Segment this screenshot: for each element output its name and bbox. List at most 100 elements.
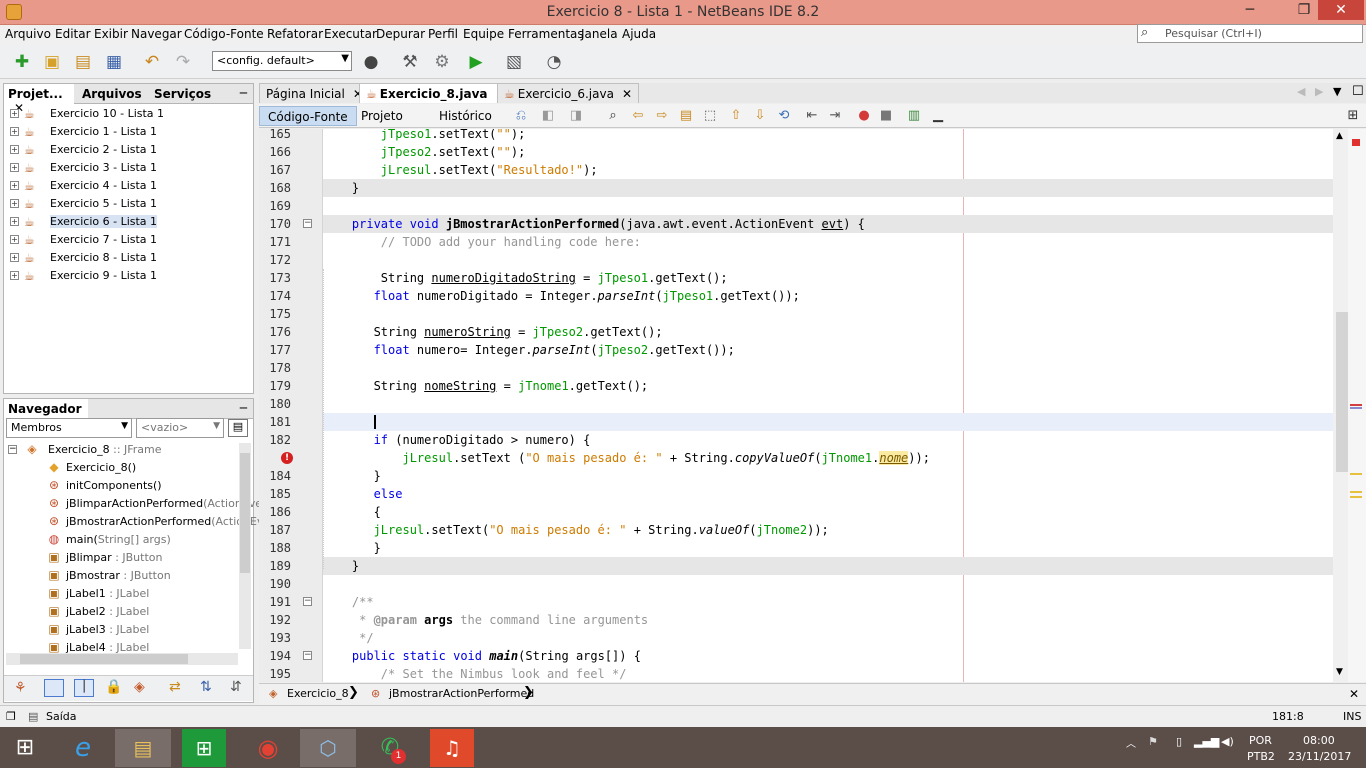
expand-icon[interactable]: + (10, 109, 19, 118)
undo-icon[interactable]: ↶ (140, 50, 164, 74)
menu-equipe[interactable]: Equipe (463, 27, 504, 41)
find-previous-icon[interactable]: ⇦ (629, 107, 647, 125)
new-project-icon[interactable]: ▣ (40, 50, 64, 74)
menu-arquivo[interactable]: Arquivo (5, 27, 51, 41)
menu-perfil[interactable]: Perfil (428, 27, 458, 41)
filter-settings-icon[interactable]: ▤ (228, 419, 248, 437)
scroll-thumb[interactable] (20, 654, 188, 664)
search-input[interactable]: ⌕ Pesquisar (Ctrl+I) (1137, 24, 1363, 43)
editor-scroll-thumb[interactable] (1336, 312, 1348, 472)
windows-start-icon[interactable]: ⊞ (0, 729, 50, 767)
menu-ferramentas[interactable]: Ferramentas (508, 27, 584, 41)
expand-icon[interactable]: + (10, 127, 19, 136)
tab-exercicio-8[interactable]: ☕Exercicio_8.java✕ (359, 83, 513, 103)
warning-mark[interactable] (1350, 491, 1362, 493)
scroll-thumb[interactable] (240, 453, 250, 573)
back-icon[interactable]: ◧ (539, 107, 557, 125)
open-project-icon[interactable]: ▤ (71, 50, 95, 74)
error-mark[interactable] (1350, 404, 1362, 406)
menu-navegar[interactable]: Navegar (131, 27, 182, 41)
output-tab[interactable]: Saída (46, 710, 77, 723)
scope-select[interactable]: <vazio> ▼ (136, 418, 224, 438)
menu-editar[interactable]: Editar (55, 27, 91, 41)
view-history-button[interactable]: Histórico (431, 106, 500, 126)
sort-desc-icon[interactable]: ⇵ (230, 679, 242, 695)
fold-toggle-icon[interactable]: − (303, 651, 312, 660)
fold-toggle-icon[interactable]: − (303, 219, 312, 228)
save-all-icon[interactable]: ▦ (102, 50, 126, 74)
maximize-editor-icon[interactable]: ☐ (1352, 84, 1364, 99)
volume-icon[interactable]: ◀) (1221, 735, 1234, 748)
error-indicator-icon[interactable] (1352, 139, 1360, 146)
clock-date[interactable]: 23/11/2017 (1288, 750, 1351, 763)
close-button[interactable]: ✕ (1318, 0, 1364, 20)
close-icon[interactable]: ✕ (622, 87, 632, 101)
rect-select-icon[interactable]: ⬚ (701, 107, 719, 125)
last-edit-icon[interactable]: ⎌ (512, 107, 530, 125)
shift-right-icon[interactable]: ⇥ (826, 107, 844, 125)
stop-macro-icon[interactable]: ■ (877, 107, 895, 125)
uncomment-icon[interactable]: ▁ (929, 107, 947, 125)
scroll-tabs-left-icon[interactable]: ◀ (1297, 85, 1305, 98)
collapse-icon[interactable]: − (8, 445, 17, 454)
breadcrumb-method[interactable]: jBmostrarActionPerformed (389, 687, 534, 700)
new-file-icon[interactable]: ✚ (10, 50, 34, 74)
menu-executar[interactable]: Executar (324, 27, 377, 41)
breadcrumb-class[interactable]: Exercicio_8 (287, 687, 349, 700)
minimize-button[interactable]: ─ (1227, 0, 1273, 20)
navigator-vscrollbar[interactable] (239, 443, 251, 649)
tray-chevron-icon[interactable]: ︿ (1126, 735, 1136, 750)
tab-navigator[interactable]: Navegador ✕ (4, 399, 88, 430)
debug-icon[interactable]: ▧ (502, 50, 526, 74)
chrome-icon[interactable]: ◉ (240, 729, 296, 767)
close-icon[interactable]: ✕ (1349, 687, 1359, 701)
expand-icon[interactable]: + (10, 163, 19, 172)
tab-files[interactable]: Arquivos (78, 84, 146, 104)
menu-codigo-fonte[interactable]: Código-Fonte (184, 27, 264, 41)
error-icon[interactable]: ! (281, 452, 293, 464)
filter-local-icon[interactable]: ◈ (134, 679, 145, 695)
clean-build-icon[interactable]: ⚙ (430, 50, 454, 74)
expand-icon[interactable]: + (10, 235, 19, 244)
warning-mark[interactable] (1350, 496, 1362, 498)
expand-icon[interactable]: + (10, 145, 19, 154)
expand-icon[interactable]: + (10, 253, 19, 262)
scroll-tabs-right-icon[interactable]: ▶ (1315, 85, 1323, 98)
tab-projects[interactable]: Projet... ✕ (4, 84, 74, 115)
start-macro-icon[interactable]: ● (855, 107, 873, 125)
next-bookmark-icon[interactable]: ⇩ (751, 107, 769, 125)
sort-by-source-icon[interactable]: ⇄ (169, 679, 181, 695)
expand-icon[interactable]: + (10, 217, 19, 226)
tab-list-icon[interactable]: ▼ (1333, 85, 1341, 98)
minimize-panel-icon[interactable]: ─ (240, 401, 247, 415)
fold-toggle-icon[interactable]: − (303, 597, 312, 606)
expand-icon[interactable]: + (10, 199, 19, 208)
keyboard-layout[interactable]: PTB2 (1247, 750, 1275, 763)
clock-time[interactable]: 08:00 (1303, 734, 1335, 747)
language-indicator[interactable]: POR (1249, 734, 1272, 747)
whatsapp-icon[interactable]: ✆ (362, 729, 418, 767)
forward-icon[interactable]: ◨ (567, 107, 585, 125)
shift-left-icon[interactable]: ⇤ (803, 107, 821, 125)
internet-explorer-icon[interactable]: e (55, 729, 111, 767)
menu-depurar[interactable]: Depurar (376, 27, 425, 41)
navigator-hscrollbar[interactable] (6, 653, 238, 665)
find-next-icon[interactable]: ⇨ (653, 107, 671, 125)
expand-icon[interactable]: + (10, 181, 19, 190)
battery-icon[interactable]: ▯ (1176, 735, 1182, 748)
filter-nonpublic-icon[interactable]: 🔒 (105, 679, 122, 695)
file-explorer-icon[interactable]: ▤ (115, 729, 171, 767)
comment-icon[interactable]: ▥ (905, 107, 923, 125)
view-source-button[interactable]: Código-Fonte (259, 106, 357, 126)
signal-icon[interactable]: ▂▄▆ (1194, 735, 1219, 748)
expand-icon[interactable]: + (10, 271, 19, 280)
view-design-button[interactable]: Projeto (353, 106, 411, 126)
config-select[interactable]: <config. default> ▼ (212, 51, 352, 71)
warning-mark[interactable] (1350, 473, 1362, 475)
scroll-down-icon[interactable]: ▼ (1336, 667, 1343, 677)
target-icon[interactable]: ● (359, 50, 383, 74)
prev-bookmark-icon[interactable]: ⇧ (727, 107, 745, 125)
profile-icon[interactable]: ◔ (542, 50, 566, 74)
find-icon[interactable]: ⌕ (604, 107, 622, 125)
build-hammer-icon[interactable]: ⚒ (398, 50, 422, 74)
